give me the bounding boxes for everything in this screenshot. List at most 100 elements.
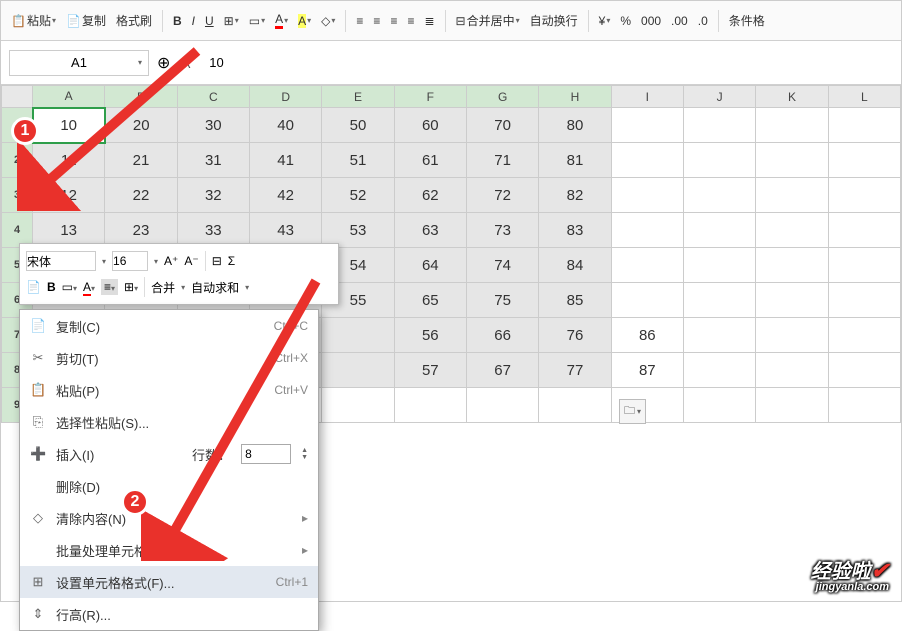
underline-button[interactable]: U — [201, 12, 218, 30]
col-header-J[interactable]: J — [683, 86, 755, 108]
inc-font-icon[interactable]: A⁺ — [164, 254, 178, 268]
cell[interactable]: 71 — [466, 143, 538, 178]
ctx-format-cells[interactable]: ⊞设置单元格格式(F)...Ctrl+1 — [20, 566, 318, 598]
mini-font-select[interactable] — [26, 251, 96, 271]
cell[interactable] — [756, 213, 828, 248]
cell[interactable] — [683, 388, 755, 423]
highlight-button[interactable]: A▾ — [294, 12, 315, 30]
paste-options-button[interactable]: 🗀▾ — [619, 399, 646, 424]
font-color-button[interactable]: A▾ — [271, 10, 292, 31]
cell[interactable]: 76 — [539, 318, 611, 353]
cell[interactable] — [828, 178, 900, 213]
cell[interactable]: 85 — [539, 283, 611, 318]
cell[interactable] — [683, 353, 755, 388]
cell[interactable]: 70 — [466, 108, 538, 143]
cell[interactable] — [683, 108, 755, 143]
col-header-F[interactable]: F — [394, 86, 466, 108]
cell[interactable]: 65 — [394, 283, 466, 318]
cell[interactable]: 64 — [394, 248, 466, 283]
cell[interactable] — [683, 283, 755, 318]
format-painter-button[interactable]: 格式刷 — [112, 10, 156, 31]
cell[interactable] — [683, 318, 755, 353]
mini-border-button[interactable]: ⊞▾ — [124, 280, 138, 294]
cell[interactable] — [828, 143, 900, 178]
cell[interactable]: 82 — [539, 178, 611, 213]
cell[interactable]: 56 — [394, 318, 466, 353]
cell[interactable]: 41 — [249, 143, 321, 178]
cell[interactable] — [756, 178, 828, 213]
cell[interactable]: 80 — [539, 108, 611, 143]
percent-button[interactable]: % — [616, 12, 635, 30]
cell[interactable] — [611, 248, 683, 283]
cell[interactable] — [756, 318, 828, 353]
align-center-button[interactable]: ≡ — [369, 12, 384, 30]
merge-center-button[interactable]: ⊟合并居中▾ — [452, 10, 524, 31]
cell[interactable] — [756, 283, 828, 318]
fill-color-button[interactable]: ▭▾ — [245, 12, 269, 30]
cell[interactable]: 87 — [611, 353, 683, 388]
cell[interactable]: 51 — [322, 143, 394, 178]
cell[interactable] — [394, 388, 466, 423]
cond-format-button[interactable]: 条件格 — [725, 10, 769, 31]
cell[interactable] — [611, 178, 683, 213]
ctx-row-height[interactable]: ⇕行高(R)... — [20, 598, 318, 630]
cell[interactable]: 72 — [466, 178, 538, 213]
cell[interactable]: 63 — [394, 213, 466, 248]
cell[interactable] — [756, 388, 828, 423]
cell[interactable] — [828, 213, 900, 248]
cell[interactable]: 86 — [611, 318, 683, 353]
cell[interactable]: 40 — [249, 108, 321, 143]
cell[interactable] — [683, 248, 755, 283]
mini-fill-button[interactable]: ▭▾ — [62, 280, 77, 294]
dec-decimal-button[interactable]: .0 — [694, 12, 712, 30]
align-justify-button[interactable]: ≣ — [420, 12, 438, 30]
cell[interactable] — [611, 283, 683, 318]
cell[interactable]: 74 — [466, 248, 538, 283]
mini-bold-button[interactable]: B — [47, 280, 56, 294]
cell[interactable] — [828, 108, 900, 143]
cell[interactable] — [611, 143, 683, 178]
col-header-L[interactable]: L — [828, 86, 900, 108]
cell[interactable] — [539, 388, 611, 423]
cell[interactable] — [756, 143, 828, 178]
mini-sum-icon[interactable]: Σ — [228, 254, 235, 268]
cell[interactable] — [756, 353, 828, 388]
cell[interactable] — [828, 388, 900, 423]
cell[interactable]: 50 — [322, 108, 394, 143]
border-button[interactable]: ⊞▾ — [220, 12, 243, 30]
cell[interactable]: 75 — [466, 283, 538, 318]
cell[interactable]: 67 — [466, 353, 538, 388]
cell[interactable]: 62 — [394, 178, 466, 213]
col-header-G[interactable]: G — [466, 86, 538, 108]
paste-button[interactable]: 📋粘贴▾ — [7, 10, 60, 31]
cell[interactable]: 42 — [249, 178, 321, 213]
cell[interactable] — [611, 108, 683, 143]
cell[interactable] — [466, 388, 538, 423]
cell[interactable]: 52 — [322, 178, 394, 213]
cell[interactable]: 61 — [394, 143, 466, 178]
mini-fontcolor-button[interactable]: A▾ — [83, 280, 95, 294]
col-header-K[interactable]: K — [756, 86, 828, 108]
cell[interactable] — [683, 143, 755, 178]
cell[interactable] — [828, 283, 900, 318]
cell[interactable]: 83 — [539, 213, 611, 248]
align-top-button[interactable]: ≡ — [403, 12, 418, 30]
mini-copy-icon[interactable]: 📄 — [26, 280, 41, 294]
cell[interactable]: 81 — [539, 143, 611, 178]
align-right-button[interactable]: ≡ — [386, 12, 401, 30]
copy-button[interactable]: 📄复制 — [62, 10, 110, 31]
bold-button[interactable]: B — [169, 12, 186, 30]
currency-button[interactable]: ¥▾ — [595, 12, 615, 30]
cell[interactable]: 84 — [539, 248, 611, 283]
cell[interactable] — [683, 178, 755, 213]
cell[interactable] — [828, 318, 900, 353]
cell[interactable] — [756, 248, 828, 283]
inc-decimal-button[interactable]: .00 — [667, 12, 692, 30]
cell[interactable] — [828, 353, 900, 388]
cell[interactable]: 60 — [394, 108, 466, 143]
cell[interactable]: 66 — [466, 318, 538, 353]
comma-button[interactable]: 000 — [637, 12, 665, 30]
col-header-H[interactable]: H — [539, 86, 611, 108]
cell[interactable]: 57 — [394, 353, 466, 388]
cell[interactable]: 73 — [466, 213, 538, 248]
